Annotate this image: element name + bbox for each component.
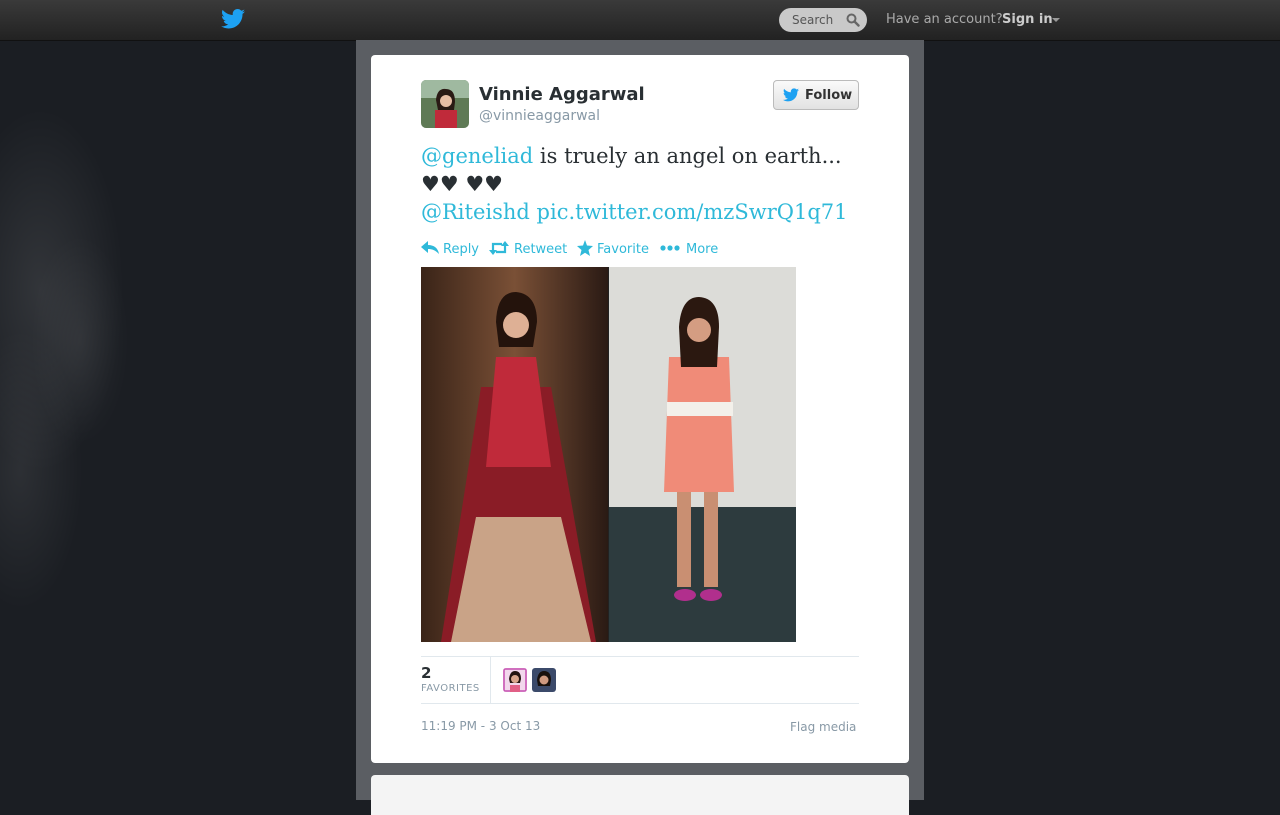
reply-label: Reply (443, 242, 480, 257)
photo-left (421, 267, 608, 642)
avatar[interactable] (532, 668, 556, 692)
divider (490, 657, 491, 703)
retweet-label: Retweet (514, 242, 568, 257)
background-texture (0, 40, 360, 800)
twitter-bird-icon (783, 88, 799, 102)
photo-right (609, 267, 796, 642)
top-bar: Search Have an account? Sign in (0, 0, 1280, 41)
pic-link[interactable]: pic.twitter.com/mzSwrQ1q71 (537, 200, 848, 224)
more-dots-icon (660, 245, 680, 251)
have-account-text: Have an account? (886, 12, 1003, 27)
divider (421, 656, 859, 657)
favorite-label: Favorite (597, 242, 649, 257)
tweet-media[interactable] (421, 267, 796, 642)
retweet-icon (489, 241, 509, 255)
mention-link[interactable]: @Riteishd (421, 200, 530, 224)
author-handle[interactable]: @vinnieaggarwal (479, 108, 600, 124)
chevron-down-icon[interactable] (1052, 18, 1060, 22)
avatar[interactable] (421, 80, 469, 128)
star-icon (577, 240, 593, 256)
tweet-timestamp[interactable]: 11:19 PM - 3 Oct 13 (421, 719, 540, 733)
divider (421, 703, 859, 704)
reply-icon (421, 241, 439, 254)
mention-link[interactable]: @geneliad (421, 144, 533, 168)
favorites-label: FAVORITES (421, 683, 480, 694)
search-icon[interactable] (846, 13, 860, 27)
next-card (371, 775, 909, 815)
tweet-text: @geneliad is truely an angel on earth...… (421, 142, 861, 226)
flag-media-link[interactable]: Flag media (790, 720, 856, 734)
follow-button[interactable]: Follow (773, 80, 859, 110)
sign-in-link[interactable]: Sign in (1002, 12, 1053, 27)
author-name[interactable]: Vinnie Aggarwal (479, 84, 645, 105)
more-label: More (686, 242, 719, 257)
follow-label: Follow (805, 88, 853, 103)
twitter-bird-icon[interactable] (221, 8, 245, 30)
favorites-count[interactable]: 2 (421, 664, 431, 682)
avatar[interactable] (503, 668, 527, 692)
